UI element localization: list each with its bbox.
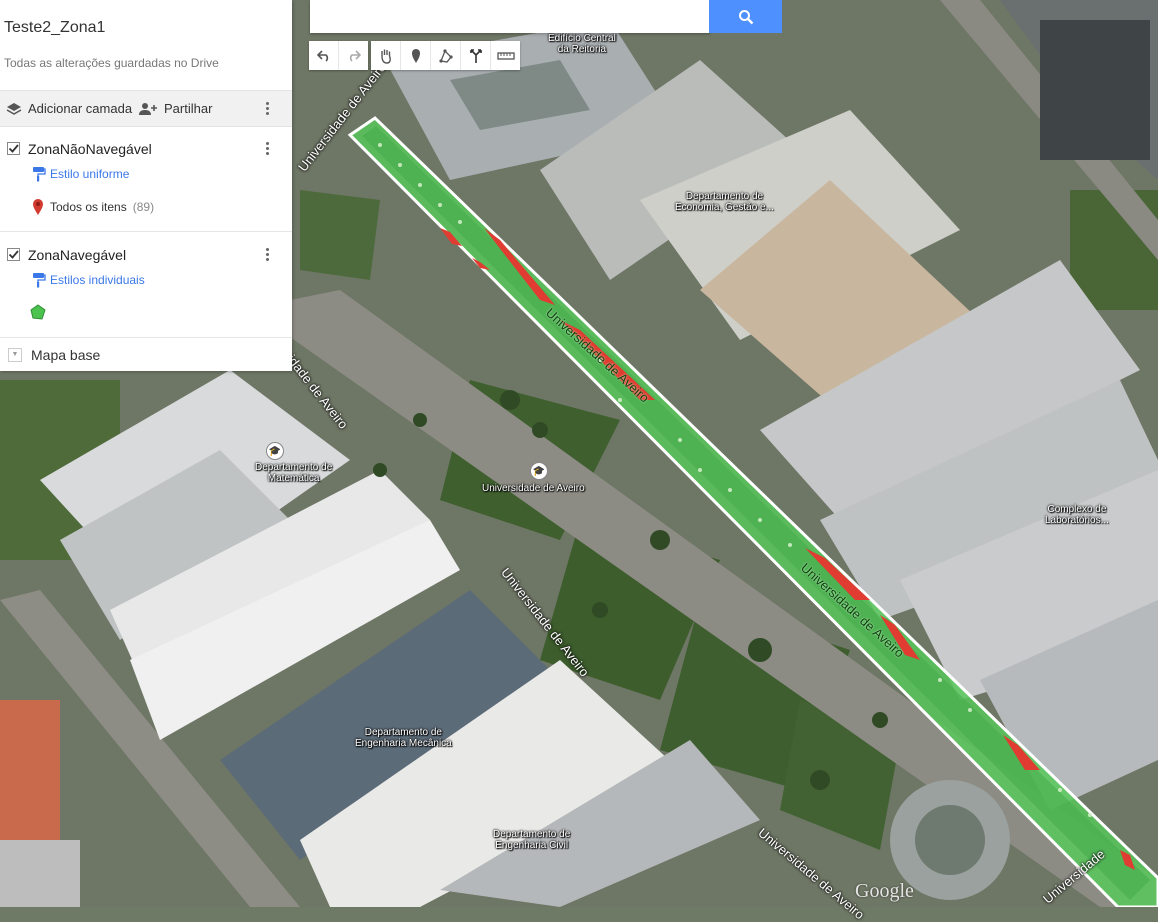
layer-nao-navegavel: ZonaNãoNavegável Estilo uniforme Todos o…: [0, 126, 292, 232]
redo-icon: [349, 49, 361, 62]
add-directions-button[interactable]: [461, 41, 491, 70]
label-reitoria: Edifício Central da Reitoria: [548, 33, 616, 55]
draw-line-icon: [438, 48, 453, 63]
draw-tools-group: [371, 41, 520, 70]
search-button[interactable]: [709, 0, 782, 33]
label-mecanica: Departamento de Engenharia Mecânica: [355, 727, 452, 749]
search-input[interactable]: [310, 0, 716, 31]
label-laboratorios: Complexo de Laboratórios...: [1045, 504, 1109, 526]
paint-roller-icon: [33, 273, 46, 288]
basemap-label: Mapa base: [31, 346, 101, 363]
layer-checkbox-checked-icon[interactable]: [7, 142, 20, 155]
red-marker-icon: [33, 199, 43, 215]
label-economia: Departamento de Economia, Gestão e...: [675, 191, 774, 213]
search-box: [310, 0, 716, 33]
save-status: Todas as alterações guardadas no Drive: [4, 56, 219, 70]
items-count: (89): [132, 200, 155, 214]
layer-checkbox-checked-icon[interactable]: [7, 248, 20, 261]
add-layer-label: Adicionar camada: [28, 101, 133, 116]
layer-name[interactable]: ZonaNãoNavegável: [28, 141, 152, 157]
directions-icon: [469, 48, 482, 63]
add-person-icon: [139, 102, 157, 115]
map-title[interactable]: Teste2_Zona1: [4, 19, 105, 37]
share-label: Partilhar: [164, 101, 213, 116]
add-layer-button[interactable]: Adicionar camada: [6, 91, 132, 126]
map-toolbar: [309, 41, 520, 70]
hand-icon: [380, 49, 391, 64]
basemap-row[interactable]: ▼ Mapa base: [0, 338, 292, 371]
chevron-down-icon: ▼: [8, 347, 22, 362]
label-matematica: Departamento de Matemática: [255, 462, 333, 484]
ruler-icon: [496, 51, 515, 60]
green-polygon-icon[interactable]: [30, 304, 46, 320]
google-watermark: Google: [855, 880, 914, 902]
add-marker-button[interactable]: [401, 41, 431, 70]
paint-roller-icon: [33, 167, 46, 182]
layers-icon: [6, 102, 22, 115]
share-button[interactable]: Partilhar: [138, 91, 212, 126]
map-options-menu-icon[interactable]: [257, 98, 277, 118]
undo-button[interactable]: [309, 41, 339, 70]
redo-button[interactable]: [339, 41, 368, 70]
layer-name[interactable]: ZonaNavegável: [28, 247, 126, 263]
layer-navegavel: ZonaNavegável Estilos individuais: [0, 232, 292, 338]
layer-options-menu-icon[interactable]: [257, 244, 277, 264]
search-icon: [738, 9, 753, 24]
undo-icon: [316, 49, 328, 62]
label-civil: Departamento de Engenharia Civil: [493, 829, 571, 851]
pan-tool-button[interactable]: [371, 41, 401, 70]
layer-options-menu-icon[interactable]: [257, 138, 277, 158]
graduation-cap-icon[interactable]: 🎓: [266, 442, 284, 460]
draw-line-button[interactable]: [431, 41, 461, 70]
measure-button[interactable]: [491, 41, 520, 70]
label-universidade: Universidade de Aveiro: [482, 483, 585, 494]
all-items-label: Todos os itens: [50, 200, 127, 214]
history-group: [309, 41, 368, 70]
layers-panel: Teste2_Zona1 Todas as alterações guardad…: [0, 0, 292, 371]
panel-action-bar: Adicionar camada Partilhar: [0, 90, 292, 127]
all-items-row[interactable]: Todos os itens (89): [32, 198, 154, 216]
marker-icon: [411, 48, 420, 63]
style-link-uniform[interactable]: Estilo uniforme: [50, 167, 129, 181]
style-link-individual[interactable]: Estilos individuais: [50, 273, 145, 287]
graduation-cap-icon[interactable]: 🎓: [530, 462, 548, 480]
